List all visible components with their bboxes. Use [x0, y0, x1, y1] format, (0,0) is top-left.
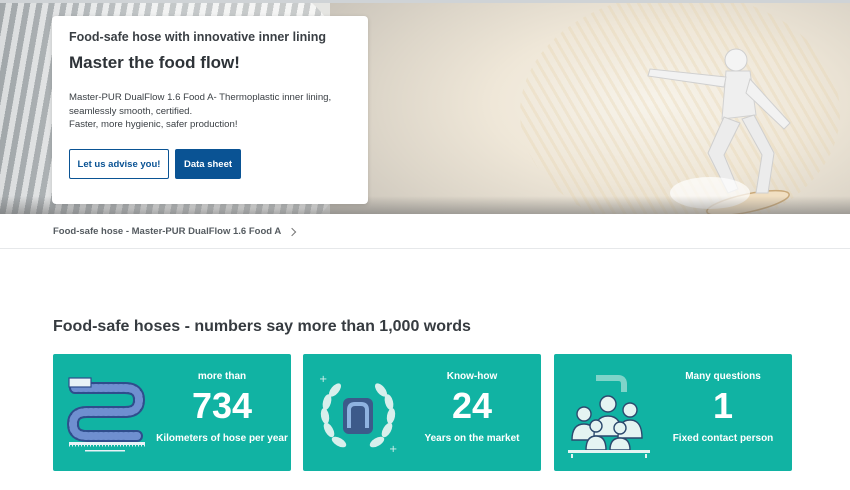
stat-label-bottom: Years on the market — [424, 433, 520, 444]
laurel-wreath-icon: + + — [319, 374, 397, 455]
advise-button[interactable]: Let us advise you! — [69, 149, 169, 179]
stat-label-top: Know-how — [446, 371, 498, 382]
hero-buttons: Let us advise you! Data sheet — [69, 149, 241, 179]
stat-number: 1 — [712, 385, 734, 426]
stat-card-kilometers: more than 734 Kilometers of hose per yea… — [53, 354, 291, 471]
hero-title: Master the food flow! — [69, 53, 240, 72]
stat-text: Many questions 1 Fixed contact person — [654, 354, 792, 471]
stat-label-bottom: Fixed contact person — [672, 433, 774, 444]
stat-text: more than 734 Kilometers of hose per yea… — [153, 354, 291, 471]
chevron-right-icon — [287, 227, 297, 236]
stat-number: 24 — [451, 385, 493, 426]
hero-surfer-figure — [647, 48, 791, 214]
hero-card: Food-safe hose with innovative inner lin… — [52, 16, 368, 204]
stat-label-top: Many questions — [685, 371, 761, 382]
stat-label-bottom: Kilometers of hose per year — [156, 433, 288, 444]
hose-coil-icon — [66, 377, 146, 452]
svg-text:+: + — [319, 374, 327, 385]
svg-text:+: + — [389, 444, 397, 455]
breadcrumb: Food-safe hose - Master-PUR DualFlow 1.6… — [53, 226, 297, 237]
hero-eyebrow: Food-safe hose with innovative inner lin… — [69, 30, 326, 44]
stat-label-top: more than — [197, 371, 247, 382]
stat-number: 734 — [191, 385, 253, 426]
data-sheet-button[interactable]: Data sheet — [175, 149, 241, 179]
stat-text: Know-how 24 Years on the market — [403, 354, 541, 471]
breadcrumb-divider — [0, 248, 850, 249]
hero-description-line: seamlessly smooth, certified. — [69, 105, 193, 117]
hero-description-line: Master-PUR DualFlow 1.6 Food A- Thermopl… — [69, 92, 332, 103]
breadcrumb-item[interactable]: Food-safe hose - Master-PUR DualFlow 1.6… — [53, 226, 281, 237]
stat-card-contact: Many questions 1 Fixed contact person — [554, 354, 792, 471]
hero-description: Master-PUR DualFlow 1.6 Food A- Thermopl… — [69, 91, 351, 132]
section-title: Food-safe hoses - numbers say more than … — [53, 318, 471, 335]
people-group-icon — [568, 375, 650, 458]
hero-banner: Food-safe hose with innovative inner lin… — [0, 3, 850, 214]
stat-card-years: + + Know-how 24 Years on the market — [303, 354, 541, 471]
hero-description-line: Faster, more hygienic, safer production! — [69, 119, 238, 130]
